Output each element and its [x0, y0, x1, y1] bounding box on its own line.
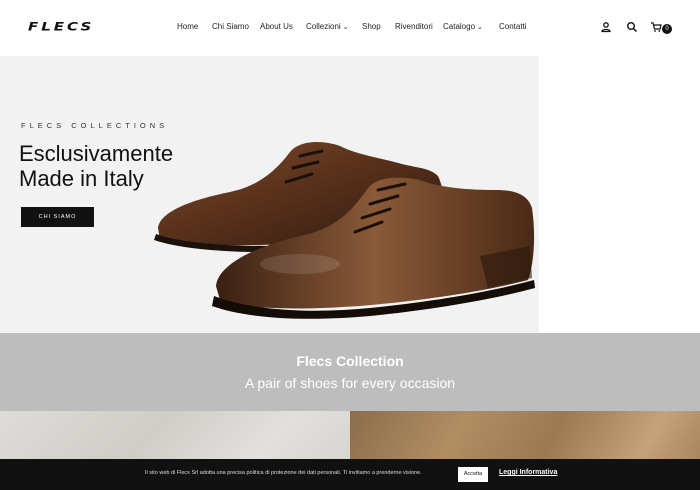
collection-title: Flecs Collection [296, 353, 404, 369]
privacy-info-link[interactable]: Leggi Informativa [499, 469, 557, 476]
cart-count-badge: 0 [662, 24, 672, 34]
nav-catalogo[interactable]: Catalogo ⌄ [443, 22, 483, 31]
cookie-bar: Il sito web di Flecs Srl adotta una prec… [0, 459, 700, 490]
nav-home[interactable]: Home [177, 22, 198, 31]
nav-chi-siamo[interactable]: Chi Siamo [212, 22, 249, 31]
nav-rivenditori[interactable]: Rivenditori [395, 22, 433, 31]
user-icon[interactable] [600, 21, 612, 33]
nav-collezioni-label: Collezioni [306, 22, 341, 31]
nav-shop[interactable]: Shop [362, 22, 381, 31]
cookie-text: Il sito web di Flecs Srl adotta una prec… [145, 470, 422, 476]
collection-band: Flecs Collection A pair of shoes for eve… [0, 333, 700, 411]
nav-contatti[interactable]: Contatti [499, 22, 527, 31]
site-header: FLECS Home Chi Siamo About Us Collezioni… [0, 0, 700, 56]
main-nav: Home Chi Siamo About Us Collezioni ⌄ Shop… [0, 22, 700, 36]
nav-catalogo-label: Catalogo [443, 22, 476, 31]
nav-collezioni[interactable]: Collezioni ⌄ [306, 22, 349, 31]
chevron-down-icon: ⌄ [477, 24, 483, 31]
shoe-image [154, 142, 535, 319]
search-icon[interactable] [626, 21, 638, 33]
cart-icon[interactable] [650, 21, 662, 33]
hero-banner: FLECS COLLECTIONS Esclusivamente Made in… [0, 56, 539, 333]
hero-kicker: FLECS COLLECTIONS [21, 121, 169, 130]
chi-siamo-button[interactable]: CHI SIAMO [21, 207, 94, 227]
collection-subtitle: A pair of shoes for every occasion [244, 375, 456, 391]
chevron-down-icon: ⌄ [342, 24, 349, 31]
nav-about-us[interactable]: About Us [260, 22, 293, 31]
accept-cookies-button[interactable]: Accetta [458, 467, 488, 482]
